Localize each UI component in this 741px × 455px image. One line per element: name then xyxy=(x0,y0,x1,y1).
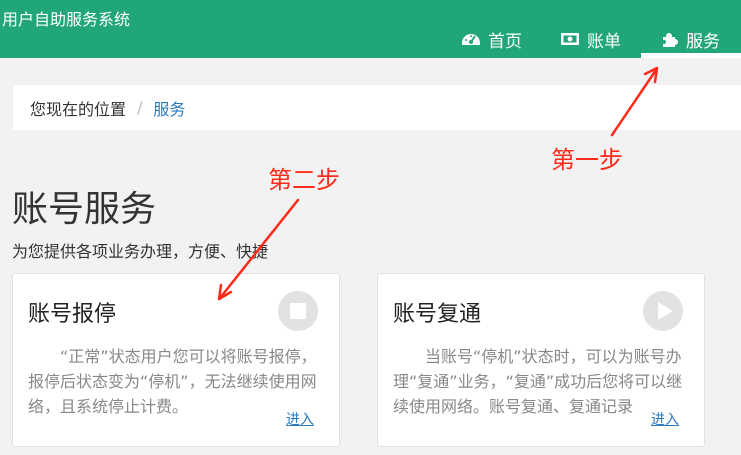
top-navbar: 用户自助服务系统 首页 账单 服务 xyxy=(0,0,741,58)
card-description: 当账号“停机”状态时，可以为账号办理“复通”业务，“复通”成功后您将可以继续使用… xyxy=(393,347,683,416)
nav-bill[interactable]: 账单 xyxy=(560,23,621,55)
page-title: 账号服务 xyxy=(12,189,157,230)
nav-bill-label: 账单 xyxy=(587,31,621,52)
app-title: 用户自助服务系统 xyxy=(2,10,131,29)
nav-service[interactable]: 服务 xyxy=(661,23,720,55)
breadcrumb-separator: / xyxy=(137,98,143,117)
breadcrumb: 您现在的位置 / 服务 xyxy=(13,85,741,130)
nav-home-label: 首页 xyxy=(488,31,522,52)
puzzle-piece-icon xyxy=(661,30,679,48)
breadcrumb-current[interactable]: 服务 xyxy=(153,96,185,120)
annotation-step-two: 第二步 xyxy=(268,166,340,194)
dashboard-icon xyxy=(461,30,481,48)
page-subtitle: 为您提供各项业务办理，方便、快捷 xyxy=(12,242,269,261)
breadcrumb-home: 您现在的位置 xyxy=(30,99,127,119)
stop-circle-icon xyxy=(277,290,319,332)
card-account-suspend: 账号报停 “正常”状态用户您可以将账号报停，报停后状态变为“停机”，无法继续使用… xyxy=(12,273,340,447)
annotation-step-one: 第一步 xyxy=(551,146,623,174)
active-tab-indicator xyxy=(641,53,741,58)
card-account-restore: 账号复通 当账号“停机”状态时，可以为账号办理“复通”业务，“复通”成功后您将可… xyxy=(377,273,705,447)
card-title: 账号报停 xyxy=(28,302,117,327)
card-enter-link[interactable]: 进入 xyxy=(650,409,680,429)
arrowhead-service-tab xyxy=(643,66,659,84)
card-enter-link[interactable]: 进入 xyxy=(285,409,315,429)
card-title: 账号复通 xyxy=(393,302,482,327)
nav-home[interactable]: 首页 xyxy=(461,23,522,55)
money-bill-icon xyxy=(560,31,580,47)
play-circle-icon xyxy=(642,290,684,332)
card-description: “正常”状态用户您可以将账号报停，报停后状态变为“停机”，无法继续使用网络，且系… xyxy=(28,347,317,416)
nav-service-label: 服务 xyxy=(686,31,720,52)
